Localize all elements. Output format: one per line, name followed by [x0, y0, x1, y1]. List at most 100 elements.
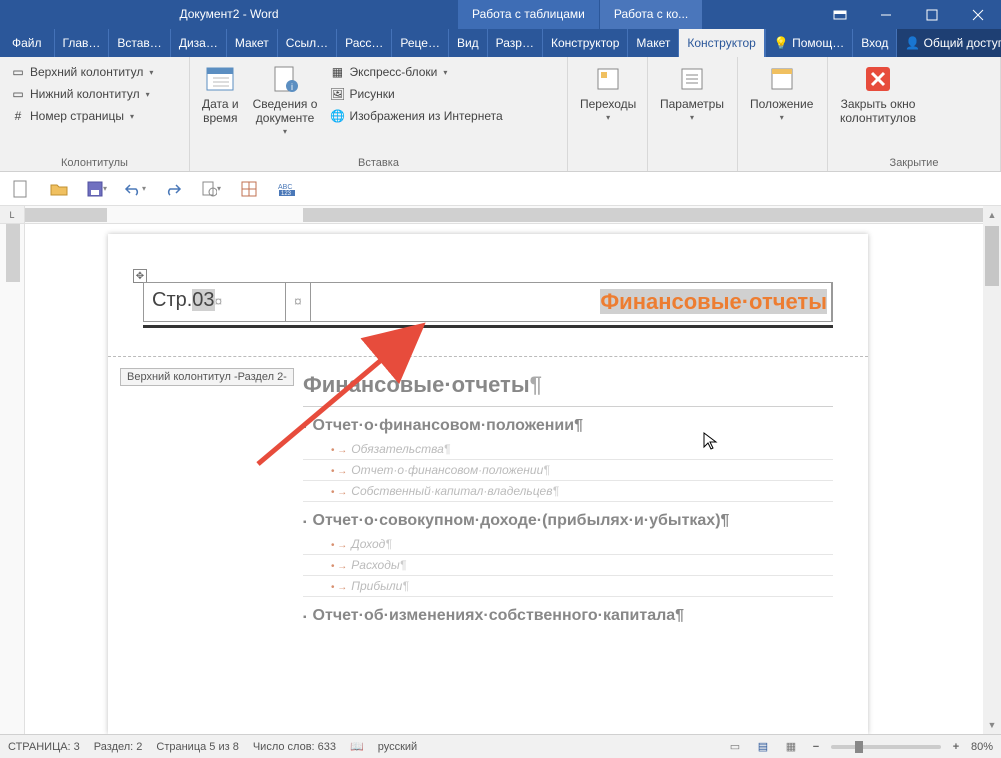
doc-info-button[interactable]: i Сведения о документе▾ — [247, 61, 324, 138]
chevron-down-icon: ▾ — [443, 68, 447, 77]
online-pictures-button[interactable]: 🌐Изображения из Интернета — [325, 105, 506, 127]
tell-me[interactable]: 💡 Помощ… — [765, 29, 852, 57]
status-language[interactable]: русский — [378, 741, 417, 753]
heading-2[interactable]: Отчет·об·изменениях·собственного·капитал… — [303, 607, 833, 625]
calendar-icon — [204, 63, 236, 95]
zoom-out-button[interactable]: − — [809, 741, 823, 753]
header-page-cell[interactable]: Стр.03¤ — [144, 283, 286, 321]
tab-table-layout[interactable]: Макет — [628, 29, 679, 57]
quick-parts-icon: ▦ — [329, 64, 345, 80]
vertical-scrollbar[interactable]: ▲ ▼ — [983, 206, 1001, 734]
tab-table-design[interactable]: Конструктор — [543, 29, 628, 57]
tab-insert[interactable]: Встав… — [109, 29, 170, 57]
zoom-slider[interactable] — [831, 745, 941, 749]
heading-2[interactable]: Отчет·о·совокупном·доходе·(прибылях·и·уб… — [303, 512, 833, 530]
header-button[interactable]: ▭Верхний колонтитул▾ — [6, 61, 157, 83]
tab-file[interactable]: Файл — [0, 29, 55, 57]
quick-access-toolbar: ▾ ▾ ▾ ABC123 — [0, 172, 1001, 206]
position-icon — [766, 63, 798, 95]
edit-area: L ▲ ▼ ✥ Стр.03¤ ¤ Финансовые·отчеты Верх… — [0, 206, 1001, 734]
context-tab-tables[interactable]: Работа с таблицами — [458, 0, 600, 29]
status-spell-icon[interactable]: 📖 — [350, 740, 364, 753]
header-mid-cell[interactable]: ¤ — [286, 283, 311, 321]
toc-item[interactable]: Прибыли¶ — [303, 576, 833, 597]
pictures-button[interactable]: 🖼Рисунки — [325, 83, 506, 105]
scroll-up-icon[interactable]: ▲ — [983, 206, 1001, 224]
options-icon — [676, 63, 708, 95]
new-doc-button[interactable] — [10, 178, 32, 200]
toc-item[interactable]: Отчет·о·финансовом·положении¶ — [303, 460, 833, 481]
navigation-icon — [592, 63, 624, 95]
ribbon: ▭Верхний колонтитул▾ ▭Нижний колонтитул▾… — [0, 57, 1001, 172]
zoom-level[interactable]: 80% — [971, 741, 993, 753]
toc-item[interactable]: Собственный·капитал·владельцев¶ — [303, 481, 833, 502]
share-button[interactable]: 👤 Общий доступ — [896, 29, 1001, 57]
footer-icon: ▭ — [10, 86, 26, 102]
toc-item[interactable]: Расходы¶ — [303, 555, 833, 576]
options-button[interactable]: Параметры▾ — [654, 61, 730, 124]
status-section[interactable]: Раздел: 2 — [94, 741, 143, 753]
undo-button[interactable]: ▾ — [124, 178, 146, 200]
print-layout-button[interactable]: ▤ — [753, 739, 773, 755]
read-mode-button[interactable]: ▭ — [725, 739, 745, 755]
tab-header-design[interactable]: Конструктор — [679, 29, 764, 57]
tab-home[interactable]: Глав… — [55, 29, 110, 57]
vertical-ruler[interactable] — [0, 224, 25, 734]
document-body[interactable]: Финансовые·отчеты¶ Отчет·о·финансовом·по… — [303, 372, 833, 629]
maximize-button[interactable] — [909, 0, 955, 29]
lightbulb-icon: 💡 — [774, 36, 789, 50]
group-label: Колонтитулы — [6, 155, 183, 169]
save-button[interactable]: ▾ — [86, 178, 108, 200]
date-time-button[interactable]: Дата и время — [196, 61, 245, 127]
scroll-thumb[interactable] — [985, 226, 999, 286]
navigation-button[interactable]: Переходы▾ — [574, 61, 642, 124]
tab-selector[interactable]: L — [0, 206, 25, 224]
tab-design[interactable]: Диза… — [171, 29, 227, 57]
group-label: Закрытие — [834, 155, 994, 169]
window-title: Документ2 - Word — [0, 0, 458, 29]
tab-view[interactable]: Вид — [449, 29, 488, 57]
picture-icon: 🖼 — [329, 86, 345, 102]
heading-2[interactable]: Отчет·о·финансовом·положении¶ — [303, 417, 833, 435]
horizontal-ruler[interactable] — [25, 206, 983, 224]
web-layout-button[interactable]: ▦ — [781, 739, 801, 755]
close-button[interactable] — [955, 0, 1001, 29]
toc-item[interactable]: Обязательства¶ — [303, 439, 833, 460]
minimize-button[interactable] — [863, 0, 909, 29]
open-button[interactable] — [48, 178, 70, 200]
online-picture-icon: 🌐 — [329, 108, 345, 124]
footer-button[interactable]: ▭Нижний колонтитул▾ — [6, 83, 157, 105]
scroll-down-icon[interactable]: ▼ — [983, 716, 1001, 734]
status-page-of[interactable]: Страница 5 из 8 — [156, 741, 238, 753]
chevron-down-icon: ▾ — [130, 112, 134, 121]
tab-mailings[interactable]: Расс… — [337, 29, 392, 57]
quick-parts-button[interactable]: ▦Экспресс-блоки▾ — [325, 61, 506, 83]
redo-button[interactable] — [162, 178, 184, 200]
zoom-in-button[interactable]: + — [949, 741, 963, 753]
svg-text:ABC: ABC — [278, 184, 292, 191]
status-page[interactable]: СТРАНИЦА: 3 — [8, 741, 80, 753]
word-count-button[interactable]: ABC123 — [276, 178, 298, 200]
tab-review[interactable]: Реце… — [392, 29, 449, 57]
toc-item[interactable]: Доход¶ — [303, 534, 833, 555]
table-button[interactable] — [238, 178, 260, 200]
status-bar: СТРАНИЦА: 3 Раздел: 2 Страница 5 из 8 Чи… — [0, 734, 1001, 758]
status-word-count[interactable]: Число слов: 633 — [253, 741, 336, 753]
header-table[interactable]: Стр.03¤ ¤ Финансовые·отчеты — [143, 282, 833, 322]
tab-layout[interactable]: Макет — [227, 29, 278, 57]
position-button[interactable]: Положение▾ — [744, 61, 819, 124]
sign-in[interactable]: Вход — [852, 29, 896, 57]
header-title-cell[interactable]: Финансовые·отчеты — [311, 283, 832, 321]
tab-developer[interactable]: Разр… — [488, 29, 543, 57]
document-page[interactable]: ✥ Стр.03¤ ¤ Финансовые·отчеты Верхний ко… — [108, 234, 868, 734]
chevron-down-icon: ▾ — [283, 127, 287, 136]
page-number-button[interactable]: #Номер страницы▾ — [6, 105, 157, 127]
context-tab-headers[interactable]: Работа с ко... — [600, 0, 703, 29]
table-move-handle[interactable]: ✥ — [133, 269, 147, 283]
print-preview-button[interactable]: ▾ — [200, 178, 222, 200]
heading-1[interactable]: Финансовые·отчеты¶ — [303, 372, 833, 398]
tab-references[interactable]: Ссыл… — [278, 29, 337, 57]
ribbon-display-icon[interactable] — [817, 0, 863, 29]
close-header-footer-button[interactable]: Закрыть окно колонтитулов — [834, 61, 922, 127]
chevron-down-icon: ▾ — [146, 90, 150, 99]
